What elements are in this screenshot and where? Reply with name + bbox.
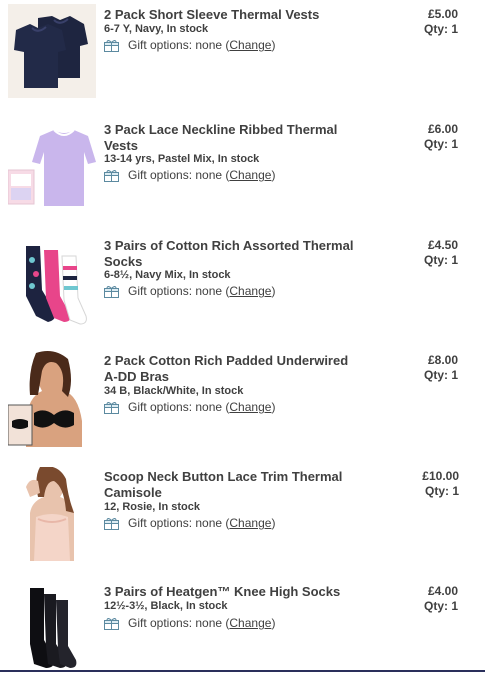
quantity: Qty: 1	[423, 599, 458, 613]
product-image-assorted-socks[interactable]	[8, 240, 96, 332]
change-gift-link[interactable]: Change	[229, 284, 271, 298]
price-block: £4.50 Qty: 1	[424, 238, 458, 268]
gift-icon	[104, 169, 119, 182]
price-block: £6.00 Qty: 1	[424, 122, 458, 152]
quantity: Qty: 1	[424, 484, 459, 498]
gift-options: Gift options: none (Change)	[104, 616, 275, 630]
product-image-navy-vests[interactable]	[8, 4, 96, 98]
price-block: £4.00 Qty: 1	[424, 584, 458, 614]
product-details: 12, Rosie, In stock	[104, 501, 200, 513]
product-details: 6-7 Y, Navy, In stock	[104, 23, 209, 35]
product-details: 12½-3½, Black, In stock	[104, 600, 228, 612]
price: £10.00	[422, 469, 459, 483]
gift-icon	[104, 401, 119, 414]
product-title[interactable]: 3 Pairs of Heatgen™ Knee High Socks	[104, 584, 394, 600]
product-image-thermal-camisole[interactable]	[8, 466, 96, 561]
gift-icon	[104, 285, 119, 298]
gift-options: Gift options: none (Change)	[104, 400, 275, 414]
price: £4.00	[427, 584, 458, 598]
price: £5.00	[427, 7, 458, 21]
product-image-knee-socks[interactable]	[8, 584, 96, 670]
gift-icon	[104, 617, 119, 630]
price-block: £10.00 Qty: 1	[422, 469, 459, 499]
price-block: £8.00 Qty: 1	[424, 353, 458, 383]
product-title[interactable]: 3 Pairs of Cotton Rich Assorted Thermal …	[104, 238, 394, 270]
change-gift-link[interactable]: Change	[229, 616, 271, 630]
gift-label: Gift options: none (	[128, 400, 230, 414]
bottom-divider	[0, 670, 485, 672]
gift-options: Gift options: none (Change)	[104, 38, 275, 52]
gift-icon	[104, 39, 119, 52]
quantity: Qty: 1	[423, 368, 458, 382]
product-title[interactable]: Scoop Neck Button Lace Trim Thermal Cami…	[104, 469, 394, 501]
quantity: Qty: 1	[423, 22, 458, 36]
change-gift-link[interactable]: Change	[229, 516, 271, 530]
gift-label: Gift options: none (	[128, 616, 230, 630]
product-details: 34 B, Black/White, In stock	[104, 385, 244, 397]
price: £8.00	[427, 353, 458, 367]
product-image-padded-bras[interactable]	[7, 351, 96, 447]
gift-label: Gift options: none (	[128, 284, 230, 298]
gift-options: Gift options: none (Change)	[104, 516, 275, 530]
product-details: 6-8½, Navy Mix, In stock	[104, 269, 231, 281]
change-gift-link[interactable]: Change	[229, 400, 271, 414]
quantity: Qty: 1	[423, 253, 458, 267]
product-title[interactable]: 3 Pack Lace Neckline Ribbed Thermal Vest…	[104, 122, 394, 154]
gift-options: Gift options: none (Change)	[104, 168, 275, 182]
product-title[interactable]: 2 Pack Cotton Rich Padded Underwired A-D…	[104, 353, 394, 385]
price: £4.50	[427, 238, 458, 252]
gift-options: Gift options: none (Change)	[104, 284, 275, 298]
price: £6.00	[427, 122, 458, 136]
gift-label: Gift options: none (	[128, 168, 230, 182]
gift-label: Gift options: none (	[128, 516, 230, 530]
product-details: 13-14 yrs, Pastel Mix, In stock	[104, 153, 260, 165]
product-title[interactable]: 2 Pack Short Sleeve Thermal Vests	[104, 7, 394, 23]
quantity: Qty: 1	[423, 137, 458, 151]
change-gift-link[interactable]: Change	[229, 38, 271, 52]
gift-icon	[104, 517, 119, 530]
gift-label: Gift options: none (	[128, 38, 230, 52]
change-gift-link[interactable]: Change	[229, 168, 271, 182]
price-block: £5.00 Qty: 1	[424, 7, 458, 37]
product-image-pastel-vests[interactable]	[7, 122, 96, 210]
